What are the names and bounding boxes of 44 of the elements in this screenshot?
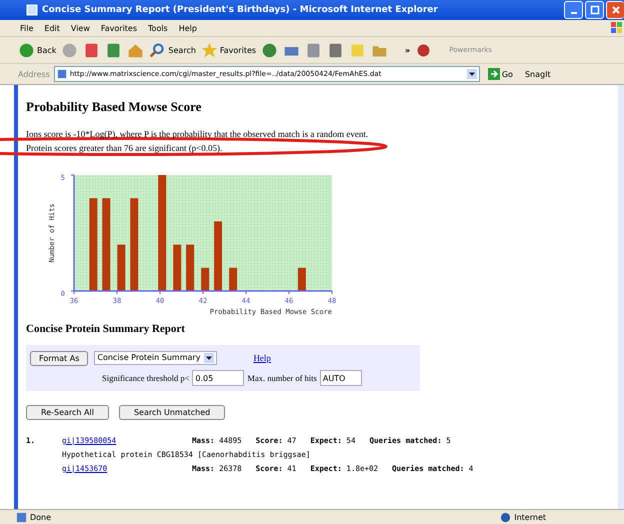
menu-item[interactable]: Edit	[44, 24, 60, 32]
windows-logo-icon	[610, 21, 624, 35]
close-button[interactable]	[606, 1, 624, 19]
star-icon	[200, 42, 218, 58]
maximize-button[interactable]	[585, 1, 604, 19]
page-heading: Probability Based Mowse Score	[26, 99, 202, 115]
back-button[interactable]: Back	[18, 42, 56, 58]
help-link[interactable]: Help	[253, 353, 271, 363]
menu-item[interactable]: Help	[178, 24, 197, 32]
go-button[interactable]: Go	[484, 68, 517, 80]
bar	[173, 244, 182, 291]
zone-indicator: Internet	[514, 512, 546, 522]
menu-item[interactable]: Favorites	[100, 24, 138, 32]
maximize-icon	[590, 5, 600, 15]
format-as-button[interactable]: Format As	[30, 350, 88, 366]
snagit-button[interactable]: SnagIt	[520, 70, 555, 78]
close-icon	[610, 5, 620, 15]
address-label: Address	[18, 70, 50, 78]
threshold-input[interactable]: 0.05	[192, 370, 244, 386]
threshold-label: Significance threshold p<	[102, 373, 190, 383]
max-hits-input[interactable]: AUTO	[320, 370, 362, 386]
bar	[229, 268, 238, 291]
window-title: Concise Summary Report (President's Birthdays) - Microsoft Internet Explorer	[42, 5, 439, 15]
minimize-icon	[570, 12, 576, 14]
menu-item[interactable]: View	[70, 24, 90, 32]
minimize-button[interactable]	[564, 1, 583, 19]
description-text: Protein scores greater than 76 are significant (p<0.05).	[26, 142, 224, 155]
search-button[interactable]: Search	[149, 42, 196, 58]
search-icon	[149, 42, 166, 58]
favorites-button[interactable]: Favorites	[200, 42, 256, 58]
scrollbar[interactable]	[618, 85, 624, 509]
menu-item[interactable]: Tools	[148, 24, 168, 32]
bar	[186, 244, 194, 291]
search-button[interactable]: Re-Search All	[26, 405, 109, 420]
bar	[214, 221, 222, 291]
section-heading: Concise Protein Summary Report	[26, 323, 186, 335]
status-text: Done	[30, 512, 52, 522]
format-select[interactable]: Concise Protein Summary	[94, 351, 218, 365]
description-text: Ions score is -10*Log(P), where P is the probability that the observed match is a random event.	[26, 128, 370, 141]
search-button[interactable]: Search Unmatched	[118, 405, 226, 420]
bar	[201, 268, 210, 291]
more-button[interactable]: »	[405, 46, 410, 54]
menu-item[interactable]: File	[20, 24, 34, 32]
max-hits-label: Max. number of hits	[247, 373, 317, 383]
